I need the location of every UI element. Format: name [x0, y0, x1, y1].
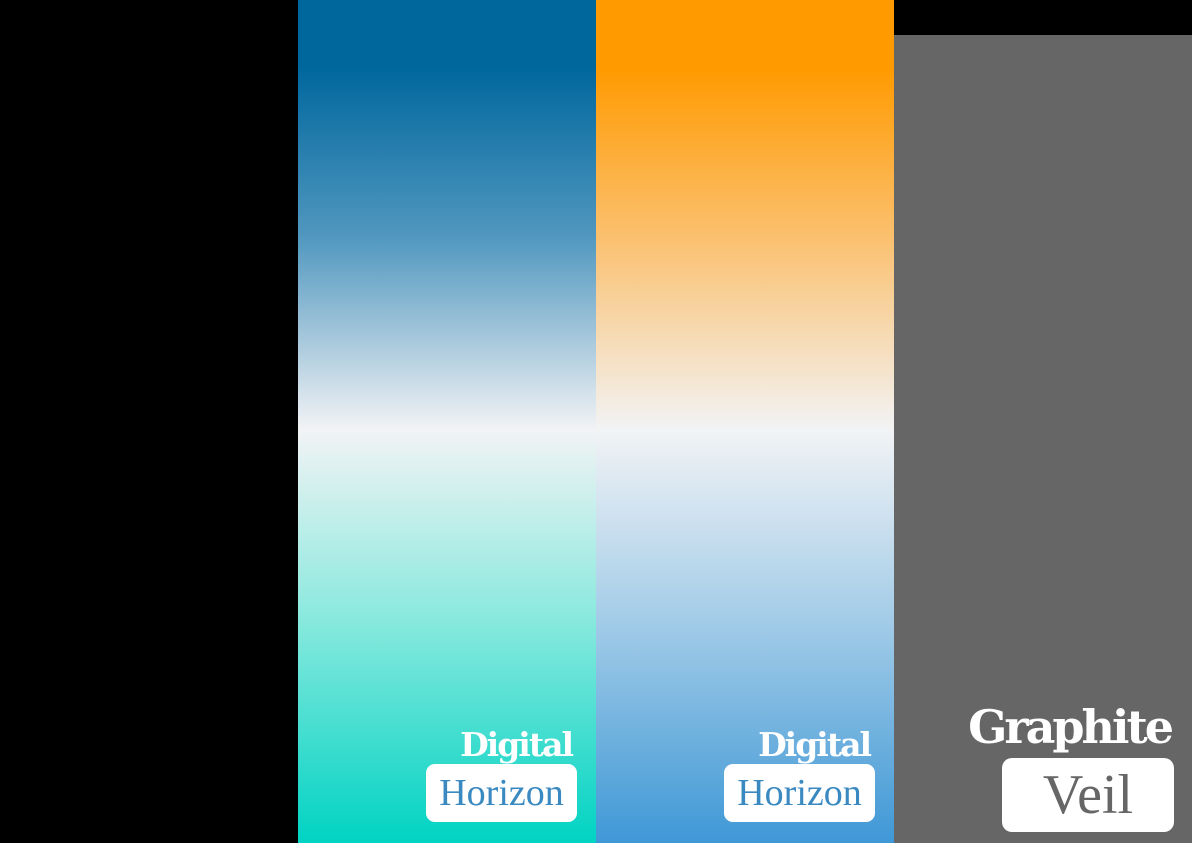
logo-word-horizon-box: Horizon — [426, 764, 577, 822]
digital-horizon-logo: Digital Horizon — [426, 728, 577, 822]
swatch-canvas: Digital Horizon Digital Horizon Graphite… — [0, 0, 1192, 843]
graphite-panel: Graphite Veil — [894, 0, 1192, 843]
logo-word-veil-box: Veil — [1002, 758, 1174, 832]
graphite-veil-logo: Graphite Veil — [968, 704, 1174, 832]
logo-word-graphite: Graphite — [968, 700, 1174, 754]
logo-word-horizon-box: Horizon — [724, 764, 875, 822]
orange-gradient-panel: Digital Horizon — [596, 0, 894, 843]
logo-word-digital: Digital — [758, 725, 872, 764]
teal-gradient-panel: Digital Horizon — [298, 0, 596, 843]
logo-word-digital: Digital — [460, 725, 574, 764]
black-panel — [0, 0, 298, 843]
digital-horizon-logo: Digital Horizon — [724, 728, 875, 822]
